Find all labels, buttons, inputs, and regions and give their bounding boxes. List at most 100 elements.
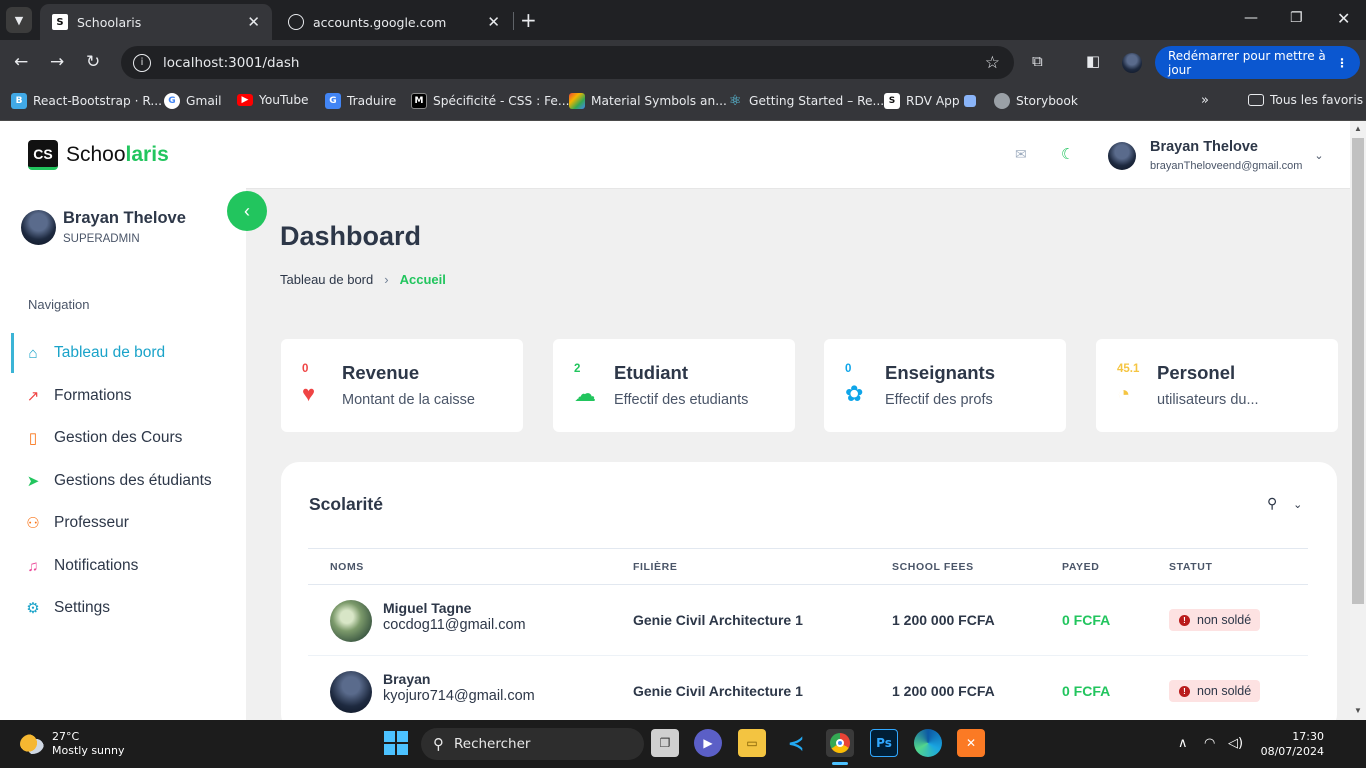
table-row[interactable]: Miguel Tagne cocdog11@gmail.com Genie Ci… <box>308 585 1308 656</box>
table-header: NOMS FILIÈRE SCHOOL FEES PAYED STATUT <box>308 548 1308 585</box>
gauge-icon: ◔ <box>1117 381 1131 406</box>
chrome-icon[interactable] <box>826 729 854 757</box>
taskbar-search[interactable]: ⚲ Rechercher <box>421 728 644 760</box>
sidebar-item-formations[interactable]: ↗ Formations <box>11 376 246 416</box>
student-filiere: Genie Civil Architecture 1 <box>633 612 803 628</box>
site-info-icon[interactable]: i <box>133 53 151 72</box>
bookmark-storybook[interactable]: Storybook <box>994 93 1078 109</box>
sidebar-item-gestions-des-etudiants[interactable]: ➤ Gestions des étudiants <box>11 461 246 501</box>
bookmark-label: Traduire <box>347 94 397 108</box>
breadcrumb-root[interactable]: Tableau de bord <box>280 272 373 287</box>
wifi-icon[interactable]: ◠ <box>1204 736 1215 751</box>
moon-icon[interactable]: ☾ <box>1061 145 1074 163</box>
column-header-filiere[interactable]: FILIÈRE <box>633 561 677 573</box>
chevron-up-icon[interactable]: ∧ <box>1178 736 1188 751</box>
all-bookmarks-button[interactable]: Tous les favoris <box>1248 93 1363 107</box>
xampp-icon[interactable]: ✕ <box>957 729 985 757</box>
sidebar-item-label: Gestions des étudiants <box>54 472 212 489</box>
stat-card-etudiant[interactable]: 2 ☁ Etudiant Effectif des etudiants <box>553 339 795 432</box>
update-button[interactable]: Redémarrer pour mettre à jour ⋮ <box>1155 46 1360 79</box>
tab-schoolaris[interactable]: S Schoolaris ✕ <box>40 4 272 40</box>
globe-icon <box>994 93 1010 109</box>
bookmark-youtube[interactable]: ▶ YouTube <box>237 93 309 107</box>
weather-widget[interactable]: 27°C Mostly sunny <box>20 730 124 758</box>
side-panel-icon[interactable]: ◧ <box>1086 52 1100 70</box>
mail-icon[interactable]: ✉ <box>1015 146 1027 163</box>
photoshop-icon[interactable]: Ps <box>870 729 898 757</box>
sidebar-item-professeur[interactable]: ⚇ Professeur <box>11 503 246 543</box>
file-explorer-icon[interactable]: ▭ <box>738 729 766 757</box>
sidebar-item-tableau-de-bord[interactable]: ⌂ Tableau de bord <box>11 333 246 373</box>
address-bar[interactable]: i localhost:3001/dash ☆ <box>121 46 1014 79</box>
extensions-icon[interactable]: ⧉ <box>1032 52 1043 70</box>
app-logo[interactable]: CS Schoolaris <box>28 140 169 170</box>
logo-text: Schoolaris <box>66 143 169 166</box>
youtube-icon: ▶ <box>237 94 253 106</box>
scroll-down-icon[interactable]: ▼ <box>1354 706 1362 715</box>
bookmark-mdn[interactable]: M Spécificité - CSS : Fe... <box>411 93 570 109</box>
forward-button[interactable]: → <box>50 52 64 72</box>
bookmark-react-getting-started[interactable]: ⚛ Getting Started – Re... <box>727 93 884 109</box>
start-button[interactable] <box>382 729 410 757</box>
scrollbar-thumb[interactable] <box>1352 138 1364 604</box>
sidebar-item-label: Tableau de bord <box>54 344 166 361</box>
search-icon[interactable]: ⚲ <box>1267 495 1277 511</box>
more-bookmarks-button[interactable]: » <box>1201 93 1209 108</box>
bookmark-rdv-app[interactable]: S RDV App <box>884 93 982 109</box>
profile-avatar[interactable] <box>1122 53 1142 73</box>
alert-icon: ! <box>1179 614 1190 626</box>
bookmark-gmail[interactable]: G Gmail <box>164 93 222 109</box>
bookmark-react-bootstrap[interactable]: B React-Bootstrap · R... <box>11 93 162 109</box>
stat-card-revenue[interactable]: 0 ♥ Revenue Montant de la caisse <box>281 339 523 432</box>
stat-subtitle: utilisateurs du... <box>1157 392 1259 408</box>
stat-card-personel[interactable]: 45.1 ◔ Personel utilisateurs du... <box>1096 339 1338 432</box>
chevron-down-icon[interactable]: ⌄ <box>1314 149 1323 162</box>
sidebar-item-settings[interactable]: ⚙ Settings <box>11 588 246 628</box>
sidebar: CS Schoolaris Brayan Thelove SUPERADMIN … <box>0 121 246 720</box>
globe-icon <box>288 14 304 30</box>
stat-card-enseignants[interactable]: 0 ✿ Enseignants Effectif des profs <box>824 339 1066 432</box>
column-header-noms[interactable]: NOMS <box>330 561 364 573</box>
scroll-up-icon[interactable]: ▲ <box>1354 124 1362 133</box>
chevron-down-icon[interactable]: ⌄ <box>1293 499 1302 511</box>
sidebar-profile[interactable]: Brayan Thelove SUPERADMIN <box>21 209 186 245</box>
volume-icon[interactable]: ◁) <box>1228 736 1243 751</box>
column-header-school-fees[interactable]: SCHOOL FEES <box>892 561 974 573</box>
sidebar-item-gestion-des-cours[interactable]: ▯ Gestion des Cours <box>11 418 246 458</box>
column-header-statut[interactable]: STATUT <box>1169 561 1212 573</box>
close-icon[interactable]: ✕ <box>247 13 260 31</box>
more-menu-icon[interactable]: ⋮ <box>1336 56 1348 70</box>
tab-google-accounts[interactable]: accounts.google.com ✕ <box>276 4 512 40</box>
browser-tab-strip: ▼ S Schoolaris ✕ accounts.google.com ✕ +… <box>0 0 1366 40</box>
close-icon[interactable]: ✕ <box>487 13 500 31</box>
sidebar-collapse-button[interactable]: ‹ <box>227 191 267 231</box>
bookmark-traduire[interactable]: G Traduire <box>325 93 396 109</box>
table-row[interactable]: Brayan kyojuro714@gmail.com Genie Civil … <box>308 656 1308 720</box>
meet-icon[interactable]: ▶ <box>694 729 722 757</box>
sidebar-user-role: SUPERADMIN <box>63 233 140 245</box>
tab-search-button[interactable]: ▼ <box>6 7 32 33</box>
task-view-icon[interactable]: ❐ <box>651 729 679 757</box>
vscode-icon[interactable]: ≺ <box>782 729 810 757</box>
student-payed: 0 FCFA <box>1062 612 1111 628</box>
minimize-button[interactable]: — <box>1244 10 1258 26</box>
bookmark-star-icon[interactable]: ☆ <box>985 53 1000 73</box>
book-icon: ▯ <box>28 430 38 447</box>
reload-button[interactable]: ↻ <box>86 52 100 72</box>
cloud-rain-icon: ☁ <box>574 381 596 406</box>
page-scrollbar[interactable]: ▲ ▼ <box>1350 121 1366 720</box>
sidebar-item-notifications[interactable]: ♫ Notifications <box>11 546 246 586</box>
system-clock[interactable]: 17:30 08/07/2024 <box>1258 729 1324 759</box>
header-user-name: Brayan Thelove <box>1150 139 1258 155</box>
new-tab-button[interactable]: + <box>520 8 537 32</box>
column-header-payed[interactable]: PAYED <box>1062 561 1099 573</box>
restore-button[interactable]: ❐ <box>1290 10 1303 26</box>
header-profile-menu[interactable]: Brayan Thelove brayanTheloveend@gmail.co… <box>1108 139 1324 172</box>
clock-date: 08/07/2024 <box>1260 745 1324 758</box>
stat-value: 45.1 <box>1117 363 1140 375</box>
edge-icon[interactable] <box>914 729 942 757</box>
back-button[interactable]: ← <box>14 52 28 72</box>
window-close-button[interactable]: ✕ <box>1337 9 1350 28</box>
bookmark-material-symbols[interactable]: Material Symbols an... <box>569 93 727 109</box>
student-payed: 0 FCFA <box>1062 683 1111 699</box>
